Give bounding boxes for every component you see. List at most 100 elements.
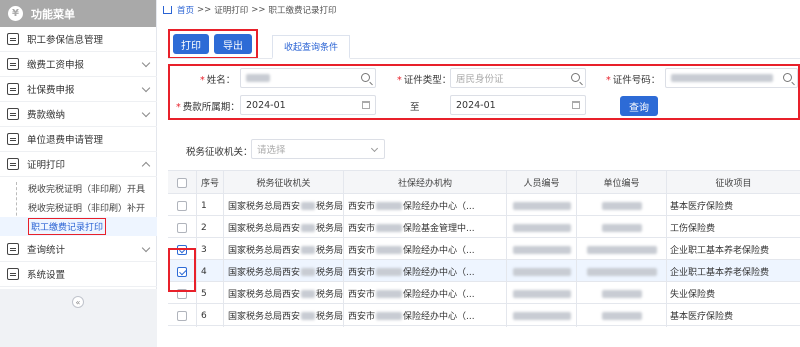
column-header: 单位编号 <box>576 171 666 194</box>
table-row[interactable]: 3 国家税务总局西安 税务局 西安市 保险经办中心（... 企业职工基本养老保险费 <box>168 238 800 261</box>
period-to-label: 至 <box>410 102 420 113</box>
tax-prefix: 国家税务总局西安 <box>228 224 301 234</box>
breadcrumb-home[interactable]: 首页 <box>177 4 194 16</box>
idno-label: * 证件号码： <box>606 75 661 86</box>
agency-suffix: 保险经办中心（... <box>403 312 475 322</box>
sidebar-item[interactable]: 查询统计 <box>0 237 157 262</box>
sidebar-subitem-label: 税收完税证明（非印刷）补开 <box>28 204 146 214</box>
tax-authority-cell: 国家税务总局西安 税务局 <box>223 194 343 217</box>
table-row[interactable]: 4 国家税务总局西安 税务局 西安市 保险经办中心（... 企业职工基本养老保险费 <box>168 260 800 283</box>
row-select-cell[interactable] <box>168 194 196 217</box>
tax-suffix: 税务局 <box>315 224 343 234</box>
column-header: 人员编号 <box>506 171 576 194</box>
person-id-cell <box>506 260 576 283</box>
agency-prefix: 西安市 <box>348 224 376 234</box>
sidebar-subitem[interactable]: 税收完税证明（非印刷）开具 <box>0 179 157 198</box>
person-id-cell <box>506 238 576 261</box>
unit-id-cell <box>576 238 666 261</box>
period-from-input[interactable]: 2024-01 <box>240 95 376 115</box>
breadcrumb-level1[interactable]: 证明打印 <box>214 4 248 16</box>
name-label: * 姓名： <box>200 75 236 86</box>
search-icon[interactable] <box>361 73 370 82</box>
tax-authority-label: 税务征收机关： <box>186 147 253 158</box>
collection-item-cell: 基本医疗保险费 <box>666 194 800 217</box>
sidebar-item[interactable]: 单位退费申请管理 <box>0 127 157 152</box>
search-icon[interactable] <box>571 73 580 82</box>
print-button[interactable]: 打印 <box>173 34 209 54</box>
agency-prefix: 西安市 <box>348 268 376 278</box>
table-header: 序号 税务征收机关 社保经办机构 人员编号 单位编号 征收项目 <box>168 171 800 194</box>
unit-id-cell <box>576 216 666 239</box>
person-id-cell <box>506 304 576 327</box>
tax-suffix: 税务局 <box>315 246 343 256</box>
export-button[interactable]: 导出 <box>214 34 252 54</box>
period-to-input[interactable]: 2024-01 <box>450 95 586 115</box>
collection-item-cell: 企业职工基本养老保险费 <box>666 238 800 261</box>
tax-prefix: 国家税务总局西安 <box>228 268 301 278</box>
yen-icon: ¥ <box>8 6 23 21</box>
row-select-cell[interactable] <box>168 216 196 239</box>
agency-cell: 西安市 保险经办中心（... <box>343 238 506 261</box>
sidebar-item[interactable]: 缴费工资申报 <box>0 52 157 77</box>
select-all-checkbox[interactable] <box>177 177 187 188</box>
collapse-sidebar-button[interactable]: « <box>72 296 84 308</box>
collection-item-cell: 失业保险费 <box>666 282 800 305</box>
sidebar-item[interactable]: 证明打印 <box>0 152 157 177</box>
collection-item-cell: 工伤保险费 <box>666 216 800 239</box>
row-number: 5 <box>196 282 223 305</box>
select-all-cell[interactable] <box>168 171 196 194</box>
sidebar-item[interactable]: 费款缴纳 <box>0 102 157 127</box>
breadcrumb: 首页 >> 证明打印 >> 职工缴费记录打印 <box>163 4 337 16</box>
agency-suffix: 保险经办中心（... <box>403 246 475 256</box>
row-checkbox[interactable] <box>177 200 187 211</box>
sidebar-subitem[interactable]: 职工缴费记录打印 <box>0 217 157 236</box>
tax-suffix: 税务局 <box>315 290 343 300</box>
tab-divider <box>168 58 800 59</box>
agency-cell: 西安市 保险基金管理中... <box>343 216 506 239</box>
sidebar-item[interactable]: 社保费申报 <box>0 77 157 102</box>
name-input[interactable] <box>240 68 376 88</box>
sidebar-item-label: 缴费工资申报 <box>27 60 85 71</box>
row-checkbox[interactable] <box>177 222 187 233</box>
menu-icon <box>7 83 19 95</box>
collection-item-cell: 企业职工基本养老保险费 <box>666 260 800 283</box>
sidebar-item[interactable]: 职工参保信息管理 <box>0 27 157 52</box>
menu-icon <box>7 133 19 145</box>
sidebar-item-label: 查询统计 <box>27 245 66 256</box>
query-button[interactable]: 查询 <box>620 96 658 116</box>
menu-icon <box>7 158 19 170</box>
unit-id-cell <box>576 194 666 217</box>
row-select-cell[interactable] <box>168 304 196 327</box>
sidebar-subitem[interactable]: 税收完税证明（非印刷）补开 <box>0 198 157 217</box>
tab-collapse-query[interactable]: 收起查询条件 <box>272 35 350 59</box>
chevron-down-icon <box>141 243 151 253</box>
chevron-down-icon <box>141 58 151 68</box>
menu-icon <box>7 33 19 45</box>
tax-authority-select[interactable]: 请选择 <box>251 139 385 159</box>
search-icon[interactable] <box>783 73 792 82</box>
sidebar-title: 功能菜单 <box>31 7 75 21</box>
chevron-up-icon <box>141 161 151 171</box>
table-row[interactable]: 5 国家税务总局西安 税务局 西安市 保险经办中心（... 失业保险费 <box>168 282 800 305</box>
table-row[interactable]: 6 国家税务总局西安 税务局 西安市 保险经办中心（... 基本医疗保险费 <box>168 304 800 327</box>
agency-prefix: 西安市 <box>348 290 376 300</box>
idno-input[interactable] <box>665 68 798 88</box>
tax-authority-cell: 国家税务总局西安 税务局 <box>223 216 343 239</box>
agency-suffix: 保险基金管理中... <box>403 224 475 234</box>
tax-suffix: 税务局 <box>315 202 343 212</box>
sidebar-item-label: 职工参保信息管理 <box>27 35 104 46</box>
column-header: 税务征收机关 <box>223 171 343 194</box>
row-checkbox[interactable] <box>177 310 187 321</box>
table-row[interactable]: 1 国家税务总局西安 税务局 西安市 保险经办中心（... 基本医疗保险费 <box>168 194 800 217</box>
sidebar-item-label: 证明打印 <box>27 160 66 171</box>
tax-authority-cell: 国家税务总局西安 税务局 <box>223 238 343 261</box>
app: ¥ 功能菜单 « 首页 >> 证明打印 >> 职工缴费记录打印 打印 导出 收起… <box>0 0 800 347</box>
row-number: 1 <box>196 194 223 217</box>
table-row[interactable]: 2 国家税务总局西安 税务局 西安市 保险基金管理中... 工伤保险费 <box>168 216 800 239</box>
person-id-cell <box>506 194 576 217</box>
row-number: 2 <box>196 216 223 239</box>
tax-authority-cell: 国家税务总局西安 税务局 <box>223 282 343 305</box>
sidebar-item-label: 社保费申报 <box>27 85 75 96</box>
sidebar-item[interactable]: 系统设置 <box>0 262 157 287</box>
idtype-select[interactable]: 居民身份证 <box>450 68 586 88</box>
